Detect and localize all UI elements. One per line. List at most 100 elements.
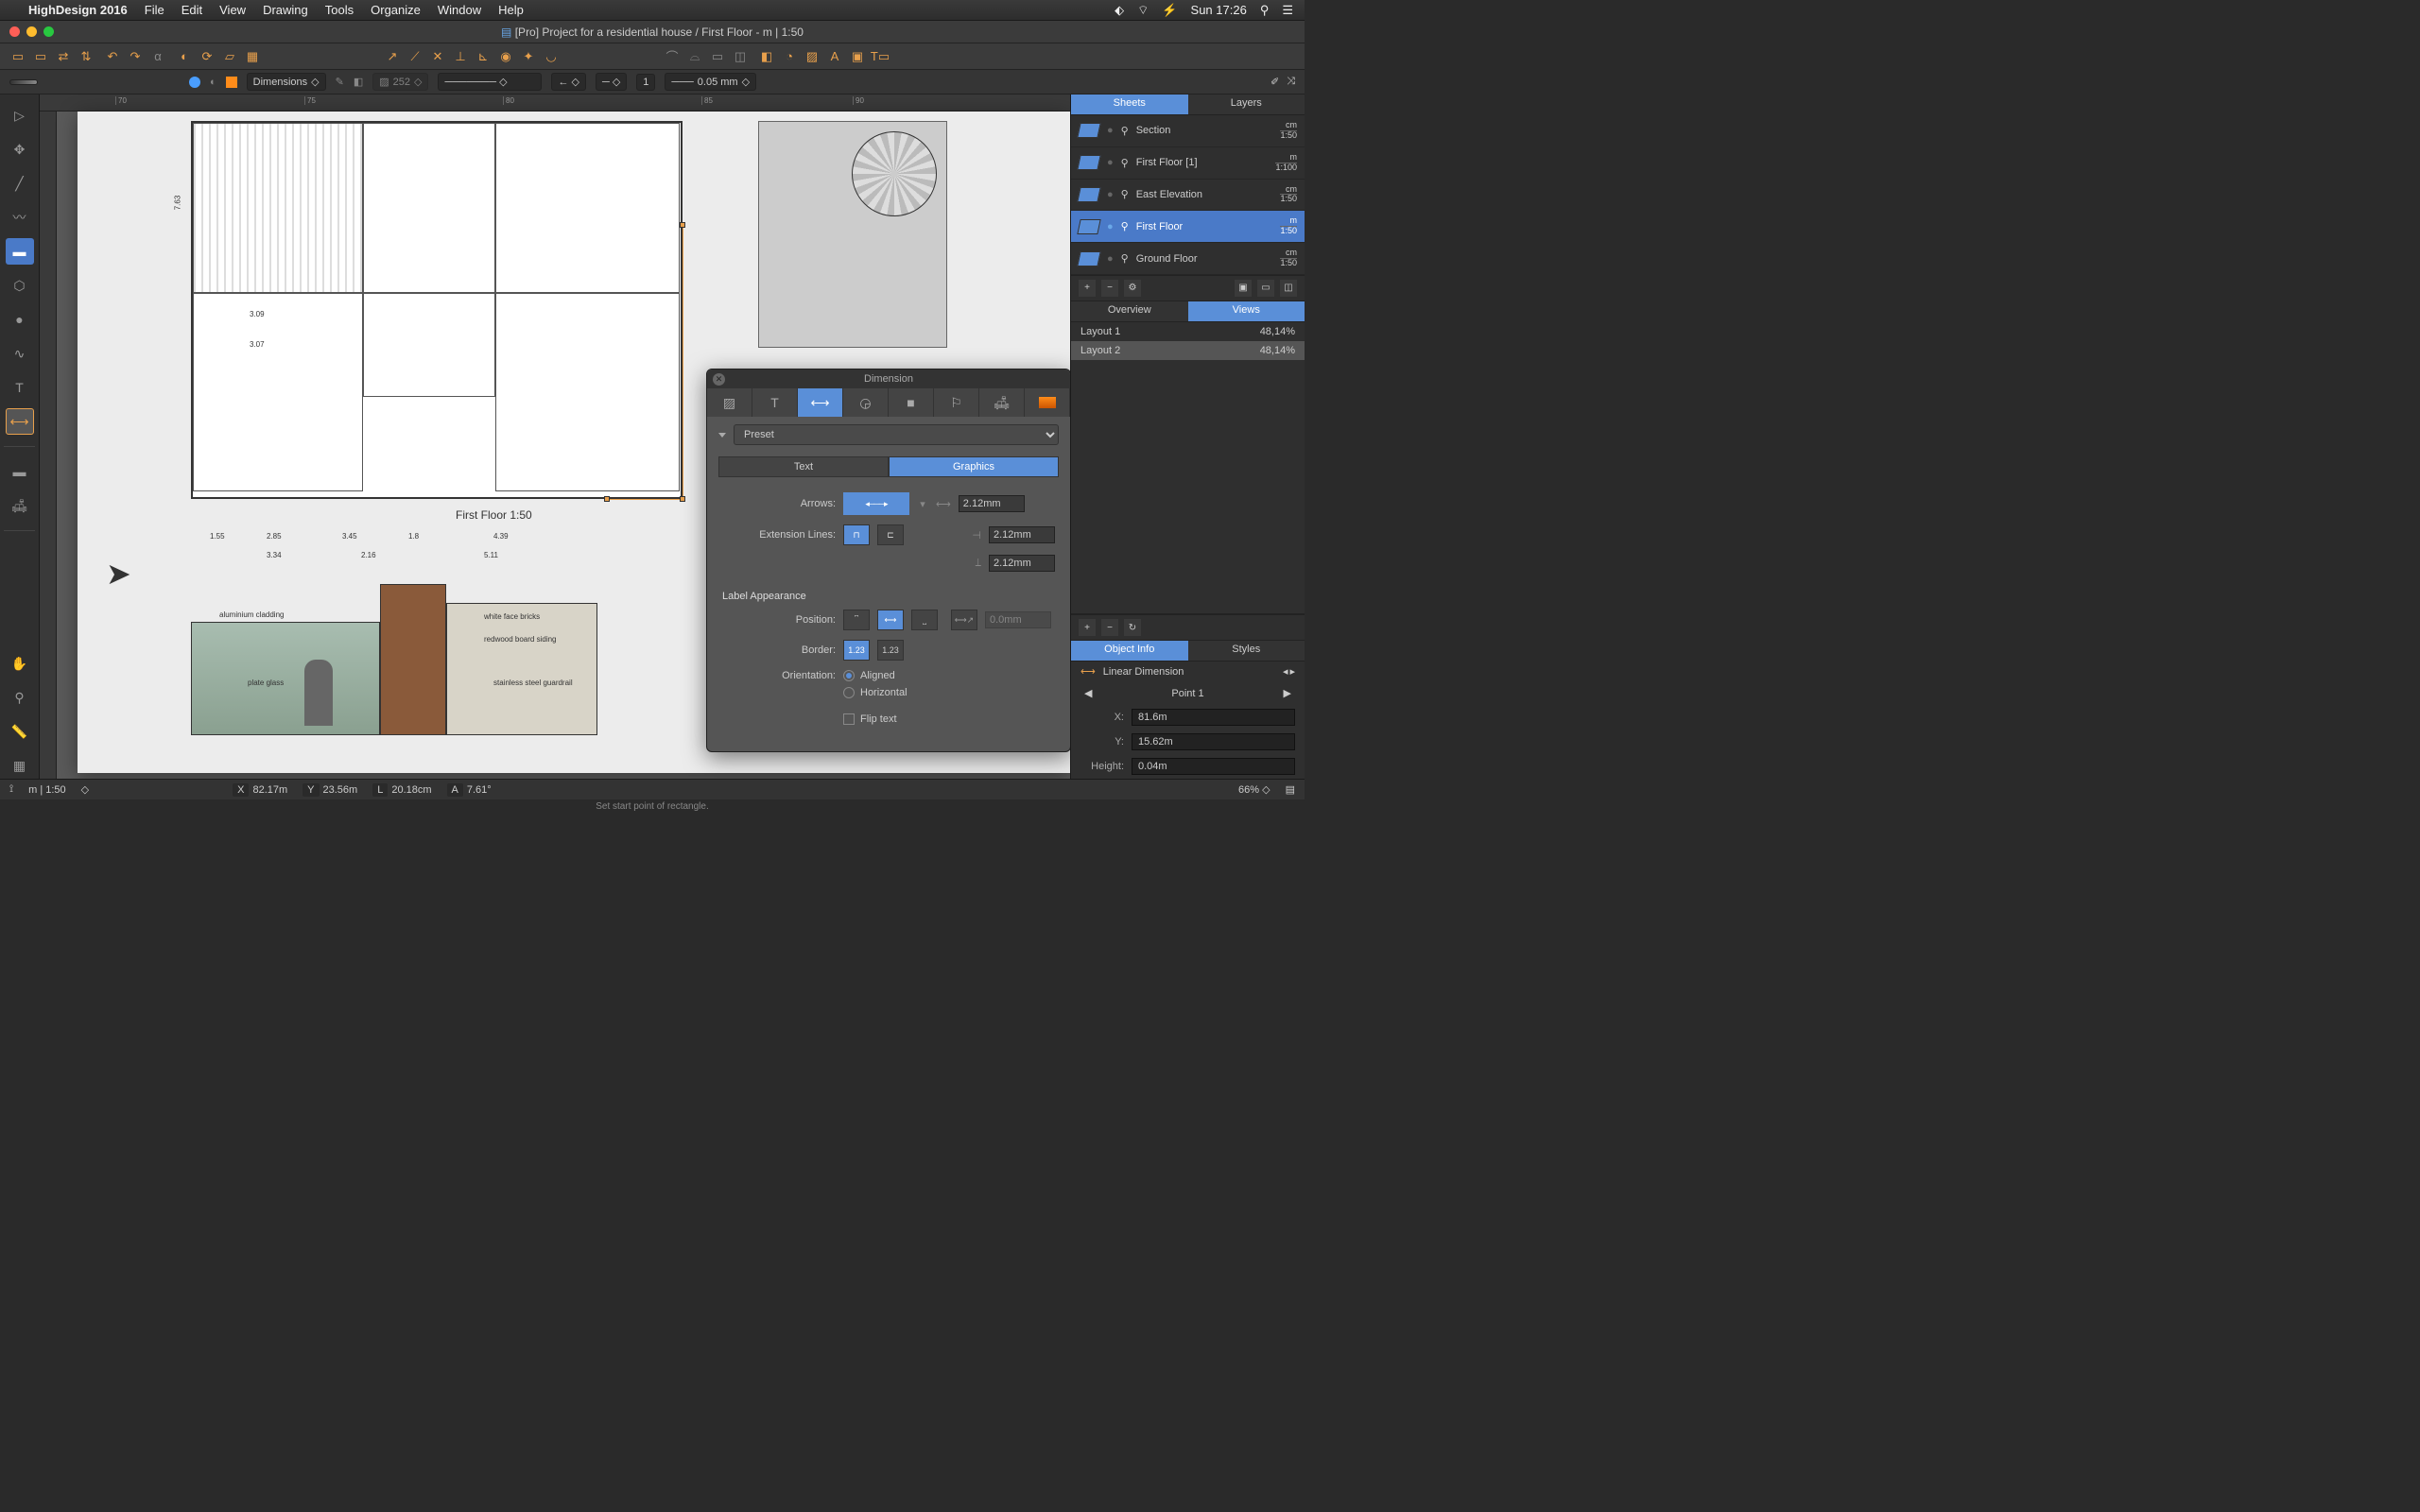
lineweight-dropdown[interactable]: ─── 0.05 mm ◇ [665,73,756,91]
rect-icon[interactable]: ▭ [709,48,726,65]
menu-window[interactable]: Window [438,3,481,17]
text-icon[interactable]: A [826,48,843,65]
measure-tool[interactable]: 📏 [6,718,34,745]
pos-above[interactable]: ⎴ [843,610,870,630]
redo-icon[interactable]: ↷ [127,48,144,65]
hatch-icon[interactable]: ▨ [804,48,821,65]
alpha-icon[interactable]: α [149,48,166,65]
prev-object[interactable]: ◂ [1283,665,1288,678]
layout-row[interactable]: Layout 148,14% [1071,322,1305,341]
visibility-icon[interactable]: ◐ [210,77,216,88]
arc2-icon[interactable]: ⌓ [686,48,703,65]
x-input[interactable] [1132,709,1295,726]
orientation-horizontal[interactable]: Horizontal [843,687,908,698]
scale-readout[interactable]: m | 1:50 [28,784,66,796]
spline-tool[interactable]: ∿ [6,340,34,367]
menu-view[interactable]: View [219,3,246,17]
snap-perp-icon[interactable]: ⊥ [452,48,469,65]
circle-tool[interactable]: ● [6,306,34,333]
zoom-tool[interactable]: ⚲ [6,684,34,711]
close-icon[interactable]: ✕ [713,373,725,386]
distribute-h-icon[interactable]: ⇄ [55,48,72,65]
align-right-icon[interactable]: ▭ [32,48,49,65]
y-input[interactable] [1132,733,1295,750]
remove-sheet-button[interactable]: − [1101,280,1118,297]
extline-both[interactable]: ⊓ [843,524,870,545]
tab-angle[interactable]: ◶ [843,388,889,417]
spotlight-icon[interactable]: ⚲ [1260,3,1270,18]
snap-mid-icon[interactable]: ⟋ [406,48,424,65]
sheet-row[interactable]: ●⚲ East Elevation cm1:50 [1071,180,1305,212]
tab-object-info[interactable]: Object Info [1071,641,1188,662]
snap-end-icon[interactable]: ↗ [384,48,401,65]
rotate-icon[interactable]: ⟳ [199,48,216,65]
fillet-icon[interactable]: ◧ [758,48,775,65]
sheet-settings-button[interactable]: ⚙ [1124,280,1141,297]
grid-tool[interactable]: ▦ [6,752,34,779]
subtab-graphics[interactable]: Graphics [889,456,1059,477]
pan-tool[interactable]: ✋ [6,650,34,677]
arrow-end[interactable]: ─ ◇ [596,73,627,91]
tab-marker[interactable]: ⚐ [934,388,979,417]
bw-icon[interactable]: ◧ [354,76,363,88]
distribute-v-icon[interactable]: ⇅ [78,48,95,65]
linetype-dropdown[interactable]: ─────── ◇ [438,73,542,91]
rectangle-tool[interactable]: ▬ [6,238,34,265]
snap-center-icon[interactable]: ◉ [497,48,514,65]
remove-layout-button[interactable]: − [1101,619,1118,636]
pos-center[interactable]: ⟷ [877,610,904,630]
lineweight-num[interactable]: 1 [636,74,655,91]
rect2-icon[interactable]: ◫ [732,48,749,65]
tab-fill[interactable]: ■ [889,388,934,417]
view-icon[interactable]: ▤ [1286,783,1295,796]
border-box[interactable]: 1.23 [877,640,904,661]
textbox-icon[interactable]: T▭ [872,48,889,65]
tab-hatch[interactable]: ▨ [707,388,752,417]
arrow-start[interactable]: ← ◇ [551,73,586,91]
tab-color[interactable] [1025,388,1070,417]
snap-icon[interactable]: ⟟ [9,783,13,796]
menu-drawing[interactable]: Drawing [263,3,308,17]
tab-views[interactable]: Views [1188,301,1305,322]
tab-sheets[interactable]: Sheets [1071,94,1188,115]
extline-none[interactable]: ⊏ [877,524,904,545]
gradient-picker[interactable] [9,79,38,85]
chamfer-icon[interactable]: ◔ [781,48,798,65]
menu-organize[interactable]: Organize [371,3,421,17]
snap-int-icon[interactable]: ✕ [429,48,446,65]
app-name[interactable]: HighDesign 2016 [28,3,128,17]
sheet-row[interactable]: ●⚲ First Floor m1:50 [1071,211,1305,243]
array-icon[interactable]: ▦ [244,48,261,65]
next-object[interactable]: ▸ [1289,665,1295,678]
wall-tool[interactable]: ▬ [6,458,34,485]
zoom-readout[interactable]: 66% [1238,784,1259,796]
minimize-window[interactable] [26,26,37,37]
tab-dimension[interactable]: ⟷ [798,388,843,417]
snap-tan-icon[interactable]: ⊾ [475,48,492,65]
battery-icon[interactable]: ⚡ [1162,3,1177,18]
pos-outside[interactable]: ⟷↗ [951,610,977,630]
align-left-icon[interactable]: ▭ [9,48,26,65]
match-icon[interactable]: ⤨ [1287,76,1295,88]
disclosure-icon[interactable] [718,433,726,438]
selection-tool[interactable]: ▷ [6,102,34,129]
dropbox-icon[interactable]: ⬖ [1115,3,1124,18]
layer-dropdown[interactable]: Dimensions ◇ [247,73,326,91]
pos-below[interactable]: ⎵ [911,610,938,630]
eyedropper-icon[interactable]: ✐ [1270,76,1279,88]
view-mode-1[interactable]: ▣ [1235,280,1252,297]
dimension-tool[interactable]: ⟷ [6,408,34,435]
sheet-row[interactable]: ●⚲ Section cm1:50 [1071,115,1305,147]
flip-text-checkbox[interactable]: Flip text [843,713,897,725]
mirror-icon[interactable]: ◐ [176,48,193,65]
add-layout-button[interactable]: + [1079,619,1096,636]
stroke-color[interactable] [189,77,200,88]
snap-near-icon[interactable]: ◡ [543,48,560,65]
prev-point[interactable]: ◀ [1084,687,1092,699]
zoom-window[interactable] [43,26,54,37]
polyline-tool[interactable]: 〰 [6,204,34,231]
menu-extras-icon[interactable]: ☰ [1282,3,1293,18]
tab-overview[interactable]: Overview [1071,301,1188,322]
wifi-icon[interactable]: ⌔ [1137,3,1149,18]
undo-icon[interactable]: ↶ [104,48,121,65]
